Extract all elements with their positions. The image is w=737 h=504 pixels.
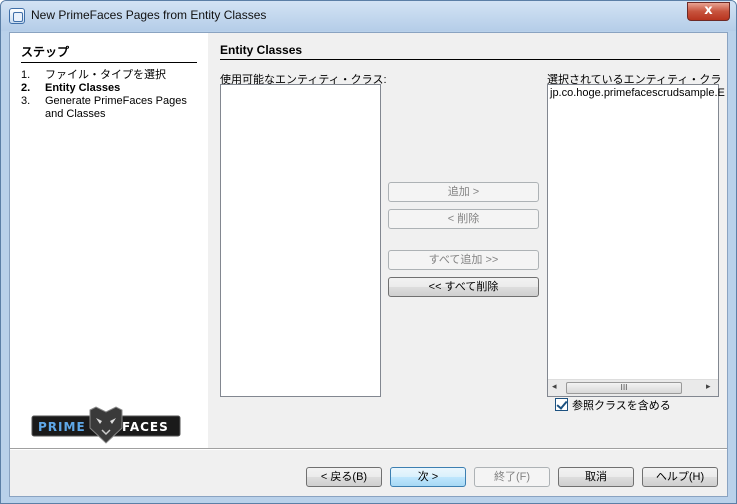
title-bar[interactable]: New PrimeFaces Pages from Entity Classes… xyxy=(1,1,736,31)
svg-text:FACES: FACES xyxy=(122,420,169,434)
window-title: New PrimeFaces Pages from Entity Classes xyxy=(31,8,267,22)
list-item[interactable]: jp.co.hoge.primefacescrudsample.E xyxy=(550,87,725,99)
svg-text:PRIME: PRIME xyxy=(38,420,86,434)
section-title: Entity Classes xyxy=(220,43,720,60)
step-label: Entity Classes xyxy=(45,82,121,94)
scrollbar-thumb[interactable]: III xyxy=(566,382,682,394)
cancel-button[interactable]: 取消 xyxy=(558,467,634,487)
step-number: 1. xyxy=(21,69,31,81)
step-number: 3. xyxy=(21,95,31,107)
add-button[interactable]: 追加 > xyxy=(388,182,539,202)
help-button[interactable]: ヘルプ(H) xyxy=(642,467,718,487)
available-classes-list[interactable] xyxy=(220,84,381,397)
primefaces-logo: PRIME FACES xyxy=(31,406,181,444)
step-label: ファイル・タイプを選択 xyxy=(45,69,166,81)
include-referenced-checkbox[interactable] xyxy=(555,398,568,411)
step-item-3: 3. Generate PrimeFaces Pages and Classes xyxy=(21,95,195,121)
scroll-right-icon[interactable]: ▸ xyxy=(706,382,711,392)
wizard-window: New PrimeFaces Pages from Entity Classes… xyxy=(0,0,737,504)
steps-heading: ステップ xyxy=(21,43,197,63)
finish-button[interactable]: 終了(F) xyxy=(474,467,550,487)
next-button[interactable]: 次 > xyxy=(390,467,466,487)
include-referenced-label: 参照クラスを含める xyxy=(572,400,671,412)
dialog-client-area: ステップ 1. ファイル・タイプを選択 2. Entity Classes 3. Ge… xyxy=(9,32,728,497)
step-label: Generate PrimeFaces Pages and Classes xyxy=(45,95,187,120)
close-button[interactable]: x xyxy=(687,2,730,21)
scroll-left-icon[interactable]: ◂ xyxy=(552,382,557,392)
remove-button[interactable]: < 削除 xyxy=(388,209,539,229)
content-panel: Entity Classes 使用可能なエンティティ・クラス: 追加 > < 削… xyxy=(208,33,727,448)
step-number: 2. xyxy=(21,82,31,94)
add-all-button[interactable]: すべて追加 >> xyxy=(388,250,539,270)
step-item-1: 1. ファイル・タイプを選択 xyxy=(21,69,195,82)
remove-all-button[interactable]: << すべて削除 xyxy=(388,277,539,297)
back-button[interactable]: < 戻る(B) xyxy=(306,467,382,487)
horizontal-scrollbar[interactable]: ◂ III ▸ xyxy=(548,379,718,396)
steps-panel: ステップ 1. ファイル・タイプを選択 2. Entity Classes 3. Ge… xyxy=(10,33,208,448)
footer-separator xyxy=(10,448,727,450)
selected-classes-list[interactable]: jp.co.hoge.primefacescrudsample.E ◂ III … xyxy=(547,84,725,397)
step-item-2: 2. Entity Classes xyxy=(21,82,195,95)
netbeans-window-icon xyxy=(9,8,25,24)
